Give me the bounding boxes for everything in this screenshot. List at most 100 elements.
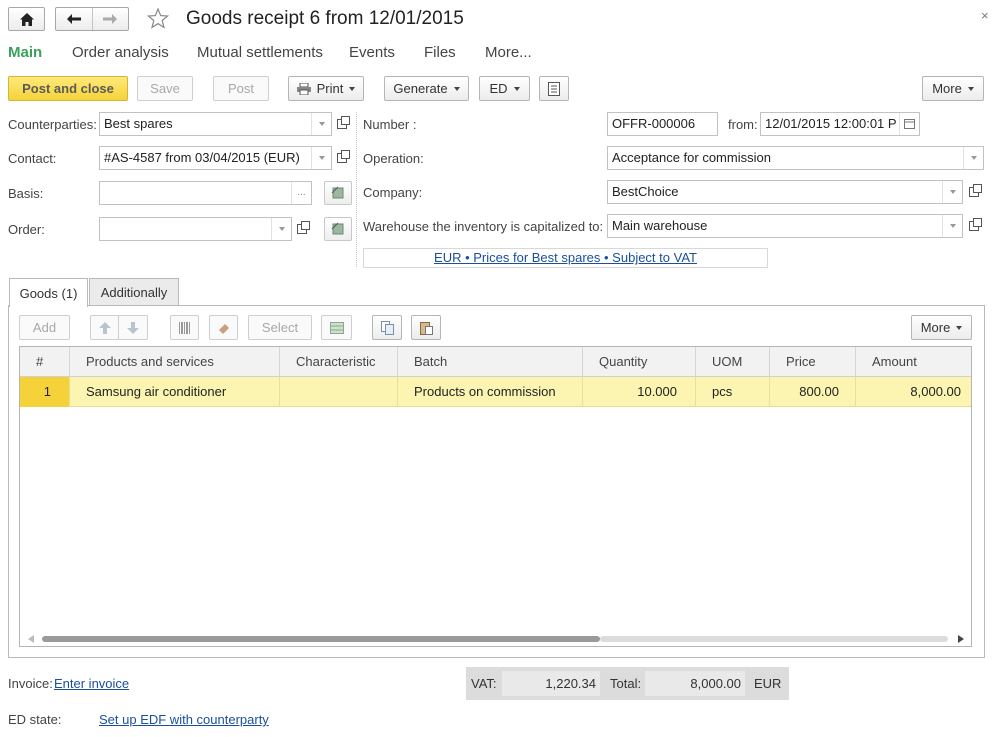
number-field[interactable]: OFFR-000006 xyxy=(607,112,718,136)
column-header[interactable]: Amount xyxy=(856,347,971,377)
amount-cell[interactable]: 8,000.00 xyxy=(856,377,971,407)
ed-button[interactable]: ED xyxy=(479,76,530,101)
forward-button[interactable] xyxy=(93,8,129,30)
totals-panel: VAT: 1,220.34 Total: 8,000.00 EUR xyxy=(466,667,789,700)
vat-value: 1,220.34 xyxy=(502,671,600,696)
enter-invoice-link[interactable]: Enter invoice xyxy=(54,676,129,691)
column-header[interactable]: Products and services xyxy=(70,347,280,377)
characteristic-cell[interactable] xyxy=(280,377,398,407)
column-header[interactable]: # xyxy=(20,347,70,377)
counterparties-field[interactable]: Best spares xyxy=(99,112,332,136)
scrollbar-thumb[interactable] xyxy=(42,636,600,642)
scrollbar-track[interactable] xyxy=(600,636,948,642)
ellipsis-icon[interactable]: ... xyxy=(291,182,311,204)
company-label: Company: xyxy=(363,185,423,200)
column-header[interactable]: Batch xyxy=(398,347,583,377)
column-header[interactable]: Quantity xyxy=(583,347,696,377)
contact-label: Contact: xyxy=(8,151,57,166)
fill-basis-button[interactable] xyxy=(324,181,352,205)
open-icon[interactable] xyxy=(332,147,352,169)
report-button[interactable] xyxy=(539,76,569,101)
print-button[interactable]: Print xyxy=(288,76,364,101)
warehouse-value: Main warehouse xyxy=(612,218,708,233)
open-icon[interactable] xyxy=(964,181,984,203)
table-icon xyxy=(329,321,344,334)
nav-events[interactable]: Events xyxy=(349,44,395,61)
warehouse-label: Warehouse the inventory is capitalized t… xyxy=(363,219,604,234)
open-icon[interactable] xyxy=(332,113,352,135)
column-header[interactable]: UOM xyxy=(696,347,770,377)
add-button[interactable]: Add xyxy=(19,315,70,340)
table-header: # Products and services Characteristic B… xyxy=(20,347,971,377)
generate-button[interactable]: Generate xyxy=(384,76,469,101)
select-button[interactable]: Select xyxy=(248,315,312,340)
post-button[interactable]: Post xyxy=(213,76,269,101)
scroll-left-icon[interactable] xyxy=(28,635,34,643)
chevron-down-icon xyxy=(453,86,460,91)
batch-cell[interactable]: Products on commission xyxy=(398,377,583,407)
order-field[interactable] xyxy=(99,217,292,241)
more-button[interactable]: More xyxy=(922,76,984,101)
chevron-down-icon[interactable] xyxy=(271,218,291,240)
eraser-icon xyxy=(218,323,229,334)
goods-table: # Products and services Characteristic B… xyxy=(19,346,972,647)
copy-icon xyxy=(380,320,394,335)
calendar-icon[interactable] xyxy=(899,113,919,135)
copy-button[interactable] xyxy=(372,315,402,340)
open-icon[interactable] xyxy=(292,218,312,240)
contact-field[interactable]: #AS-4587 from 03/04/2015 (EUR) xyxy=(99,146,332,170)
uom-cell[interactable]: pcs xyxy=(696,377,770,407)
close-icon[interactable]: × xyxy=(981,8,989,23)
barcode-button[interactable] xyxy=(170,315,199,340)
product-cell[interactable]: Samsung air conditioner xyxy=(70,377,280,407)
horizontal-scrollbar[interactable] xyxy=(20,632,971,646)
goods-more-button[interactable]: More xyxy=(911,315,972,340)
company-value: BestChoice xyxy=(612,184,679,199)
paste-button[interactable] xyxy=(411,315,441,340)
nav-main[interactable]: Main xyxy=(8,44,42,61)
nav-mutual-settlements[interactable]: Mutual settlements xyxy=(197,44,323,61)
price-cell[interactable]: 800.00 xyxy=(770,377,856,407)
nav-files[interactable]: Files xyxy=(424,44,456,61)
chevron-down-icon[interactable] xyxy=(963,147,983,169)
operation-field[interactable]: Acceptance for commission xyxy=(607,146,984,170)
basis-field[interactable]: ... xyxy=(99,181,312,205)
tab-goods[interactable]: Goods (1) xyxy=(9,278,88,307)
chevron-down-icon[interactable] xyxy=(942,215,962,237)
nav-more[interactable]: More... xyxy=(485,44,532,61)
chevron-down-icon xyxy=(956,325,963,330)
move-up-button[interactable] xyxy=(90,315,119,340)
operation-value: Acceptance for commission xyxy=(612,150,771,165)
setup-edf-link[interactable]: Set up EDF with counterparty xyxy=(99,712,269,727)
prices-link[interactable]: EUR • Prices for Best spares • Subject t… xyxy=(434,250,697,265)
open-icon[interactable] xyxy=(964,215,984,237)
table-settings-button[interactable] xyxy=(321,315,352,340)
post-and-close-label: Post and close xyxy=(22,81,114,96)
tab-additionally[interactable]: Additionally xyxy=(89,278,179,306)
quantity-cell[interactable]: 10.000 xyxy=(583,377,696,407)
eraser-button[interactable] xyxy=(209,315,238,340)
company-field[interactable]: BestChoice xyxy=(607,180,963,204)
nav-order-analysis[interactable]: Order analysis xyxy=(72,44,169,61)
star-icon[interactable] xyxy=(147,8,169,29)
column-header[interactable]: Characteristic xyxy=(280,347,398,377)
home-button[interactable] xyxy=(8,7,45,31)
post-and-close-button[interactable]: Post and close xyxy=(8,76,128,101)
date-field[interactable]: 12/01/2015 12:00:01 P xyxy=(760,112,920,136)
column-header[interactable]: Price xyxy=(770,347,856,377)
table-row[interactable]: 1 Samsung air conditioner Products on co… xyxy=(20,377,971,407)
order-label: Order: xyxy=(8,222,45,237)
save-button[interactable]: Save xyxy=(137,76,193,101)
scroll-right-icon[interactable] xyxy=(958,635,964,643)
chevron-down-icon xyxy=(349,86,356,91)
move-down-button[interactable] xyxy=(118,315,148,340)
chevron-down-icon[interactable] xyxy=(942,181,962,203)
back-button[interactable] xyxy=(56,8,93,30)
chevron-down-icon xyxy=(513,86,520,91)
row-number-cell[interactable]: 1 xyxy=(20,377,70,407)
currency-label: EUR xyxy=(754,676,782,691)
fill-order-button[interactable] xyxy=(324,217,352,241)
warehouse-field[interactable]: Main warehouse xyxy=(607,214,963,238)
chevron-down-icon[interactable] xyxy=(311,113,331,135)
chevron-down-icon[interactable] xyxy=(311,147,331,169)
